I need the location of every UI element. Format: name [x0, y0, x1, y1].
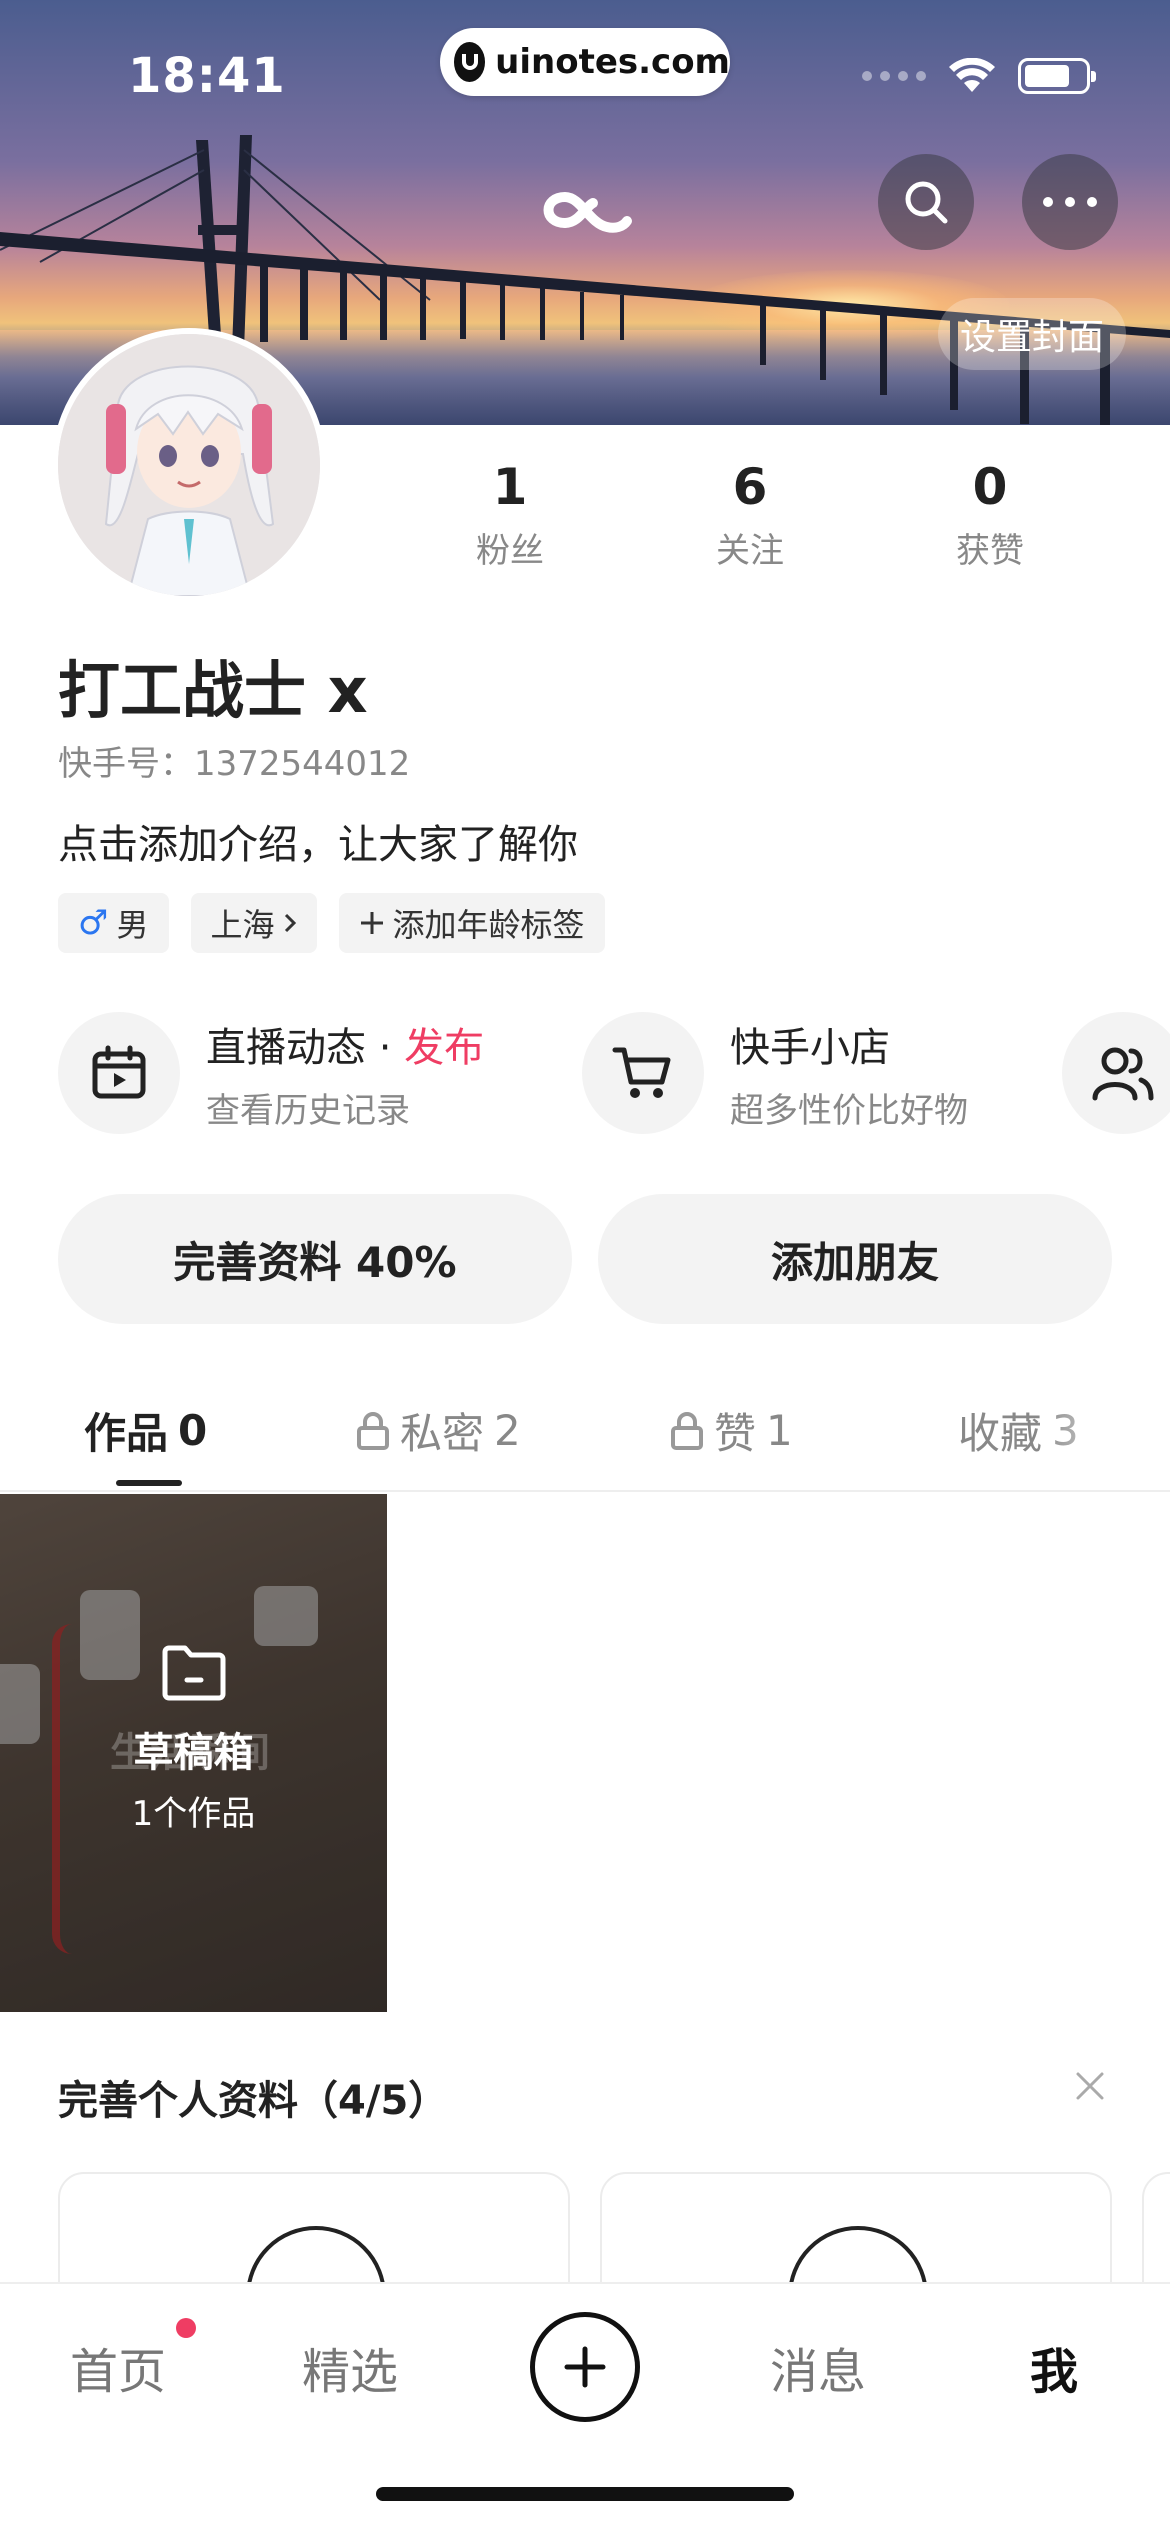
- live-feed-publish[interactable]: 发布: [404, 1025, 484, 1071]
- create-button[interactable]: [530, 2312, 640, 2422]
- feature-row: 直播动态 · 发布 查看历史记录 快手小店 超多性价比好物: [58, 1012, 1170, 1138]
- stat-value: 1: [492, 458, 528, 516]
- complete-profile-button[interactable]: 完善资料 40%: [58, 1194, 572, 1324]
- status-indicators: [862, 58, 1096, 94]
- nav-home[interactable]: 首页: [70, 2332, 166, 2402]
- nav-messages[interactable]: 消息: [770, 2332, 866, 2402]
- signal-icon: [862, 71, 926, 81]
- stat-label: 获赞: [956, 531, 1024, 571]
- drafts-tile[interactable]: 生活瞬间 草稿箱 1个作品: [0, 1494, 387, 2012]
- profile-bio[interactable]: 点击添加介绍，让大家了解你: [58, 812, 578, 870]
- tab-count: 2: [494, 1406, 521, 1455]
- tab-count: 0: [178, 1406, 208, 1455]
- status-time: 18:41: [128, 48, 286, 104]
- uinotes-logo-icon: [454, 42, 486, 82]
- tab-indicator: [116, 1480, 182, 1486]
- live-feed-title: 直播动态: [206, 1024, 366, 1071]
- content-tabs: 作品 0 私密 2 赞 1 收藏 3: [0, 1370, 1170, 1492]
- tab-label: 赞: [714, 1409, 757, 1458]
- gender-tag[interactable]: ♂ 男: [58, 893, 169, 953]
- live-feed-separator: ·: [366, 1024, 405, 1071]
- stat-likes[interactable]: 0 获赞: [870, 460, 1110, 572]
- lock-icon: [357, 1411, 389, 1450]
- task-card[interactable]: [600, 2172, 1112, 2282]
- more-button[interactable]: [1022, 154, 1118, 250]
- task-card[interactable]: [1142, 2172, 1170, 2282]
- kuaishou-logo-icon: [543, 191, 632, 233]
- nav-featured[interactable]: 精选: [302, 2332, 398, 2402]
- complete-profile-title: 完善个人资料（4/5）: [58, 2078, 449, 2124]
- location-label: 上海: [210, 906, 275, 944]
- avatar-illustration: [58, 334, 320, 596]
- stat-value: 0: [972, 458, 1008, 516]
- task-card[interactable]: [58, 2172, 570, 2282]
- more-icon: [1043, 197, 1097, 207]
- set-cover-button[interactable]: 设置封面: [937, 298, 1126, 370]
- folder-icon: [162, 1645, 225, 1701]
- draft-content: 草稿箱 1个作品: [0, 1644, 387, 1835]
- friends-icon: [1062, 1012, 1170, 1134]
- tab-works[interactable]: 作品 0: [84, 1400, 207, 1461]
- tab-label: 作品: [84, 1409, 169, 1458]
- cart-icon: [582, 1012, 704, 1134]
- wifi-icon: [949, 58, 995, 92]
- notification-dot: [176, 2318, 196, 2338]
- profile-uid[interactable]: 快手号：1372544012: [58, 736, 410, 785]
- add-age-label: 添加年龄标签: [392, 906, 585, 944]
- gender-label: 男: [116, 906, 149, 944]
- tab-liked[interactable]: 赞 1: [670, 1400, 793, 1461]
- profile-tags: ♂ 男 上海 添加年龄标签: [58, 893, 605, 953]
- search-icon: [905, 181, 948, 224]
- chevron-right-icon: [284, 913, 296, 933]
- live-feed-subtitle: 查看历史记录: [206, 1090, 410, 1131]
- draft-count: 1个作品: [131, 1794, 256, 1834]
- shop-entry[interactable]: 快手小店 超多性价比好物: [582, 1012, 968, 1134]
- plus-icon: [564, 2346, 606, 2388]
- stat-value: 6: [732, 458, 768, 516]
- task-icon: [246, 2226, 386, 2282]
- lock-icon: [671, 1411, 703, 1450]
- profile-stats: 1 粉丝 6 关注 0 获赞: [390, 460, 1110, 572]
- avatar[interactable]: [52, 328, 326, 602]
- search-button[interactable]: [878, 154, 974, 250]
- add-friends-button[interactable]: 添加朋友: [598, 1194, 1112, 1324]
- add-age-tag[interactable]: 添加年龄标签: [338, 893, 605, 953]
- url-pill: uinotes.com: [440, 28, 730, 96]
- calendar-play-icon: [58, 1012, 180, 1134]
- stat-fans[interactable]: 1 粉丝: [390, 460, 630, 572]
- profile-name[interactable]: 打工战士 x: [58, 640, 368, 730]
- stat-label: 关注: [716, 531, 784, 571]
- shop-title: 快手小店: [730, 1024, 890, 1071]
- location-tag[interactable]: 上海: [190, 893, 317, 953]
- tab-private[interactable]: 私密 2: [356, 1400, 521, 1461]
- tab-label: 私密: [400, 1409, 485, 1458]
- nav-me[interactable]: 我: [1030, 2332, 1078, 2402]
- plus-icon: [360, 912, 383, 934]
- profile-actions: 完善资料 40% 添加朋友: [58, 1194, 1112, 1324]
- profile-task-cards: [58, 2172, 1170, 2282]
- task-icon: [788, 2226, 928, 2282]
- home-indicator: [376, 2487, 794, 2501]
- live-feed-entry[interactable]: 直播动态 · 发布 查看历史记录: [58, 1012, 484, 1134]
- shop-subtitle: 超多性价比好物: [730, 1090, 968, 1131]
- close-icon[interactable]: [1072, 2068, 1108, 2104]
- stat-following[interactable]: 6 关注: [630, 460, 870, 572]
- url-text: uinotes.com: [495, 42, 730, 82]
- battery-icon: [1018, 58, 1096, 94]
- friends-entry[interactable]: [1062, 1012, 1170, 1134]
- tabs-fade: [1040, 1370, 1170, 1490]
- male-icon: ♂: [78, 903, 109, 943]
- tab-label: 收藏: [958, 1409, 1043, 1458]
- stat-label: 粉丝: [476, 531, 544, 571]
- tab-count: 1: [766, 1406, 793, 1455]
- draft-title: 草稿箱: [133, 1730, 254, 1776]
